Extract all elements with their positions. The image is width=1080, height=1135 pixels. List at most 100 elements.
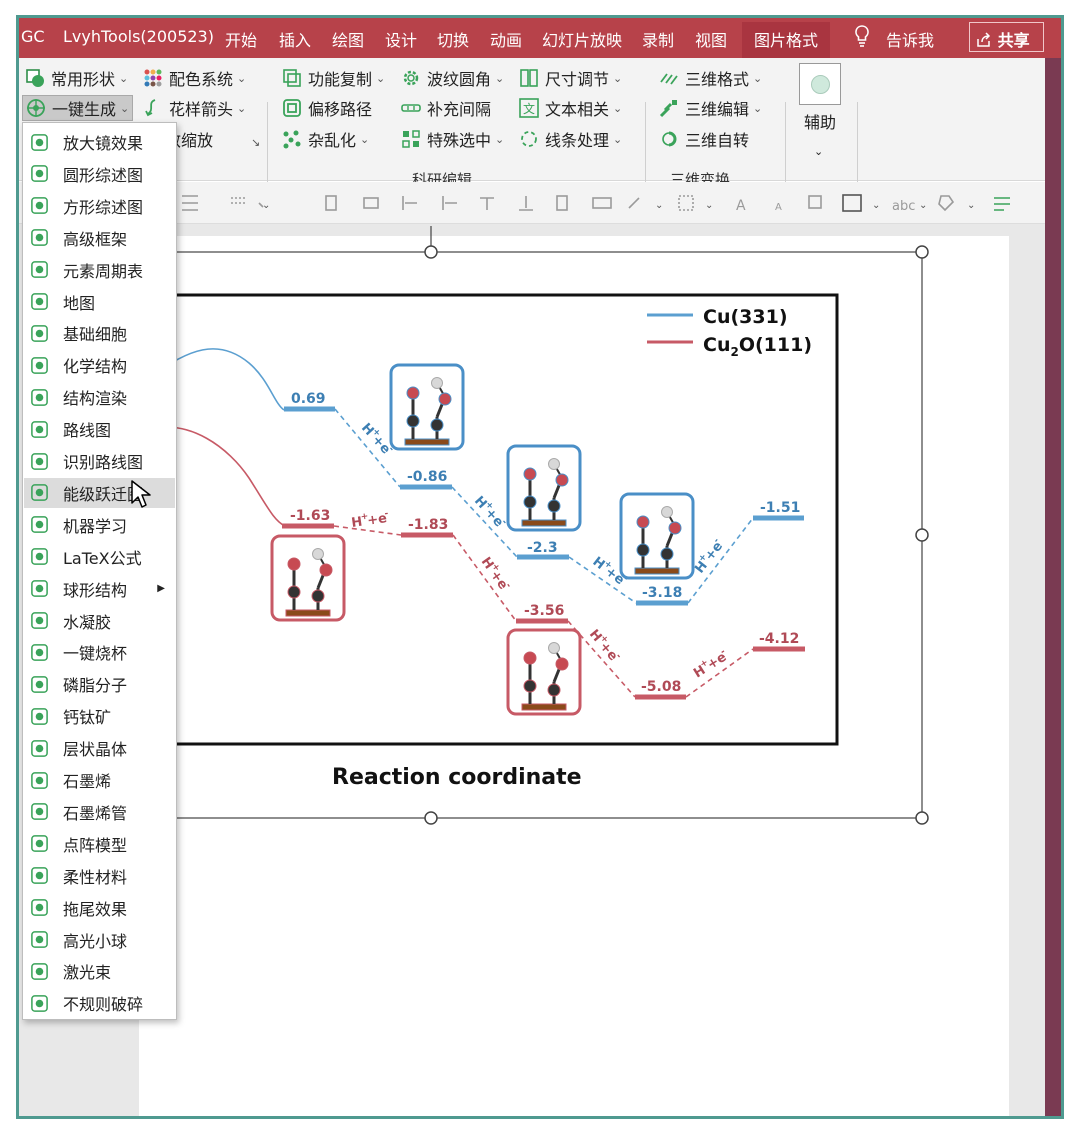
resize-handle[interactable] xyxy=(915,245,929,259)
tab-lvyhtools[interactable]: LvyhTools(200523) xyxy=(63,27,214,46)
resize-handle[interactable] xyxy=(915,811,929,825)
menu-item-icon xyxy=(31,771,48,789)
svg-text:⌄: ⌄ xyxy=(705,200,713,211)
menu-item[interactable]: 化学结构 xyxy=(24,350,175,380)
resize-handle[interactable] xyxy=(424,811,438,825)
size-adjust-button[interactable]: 尺寸调节 ⌄ xyxy=(519,65,622,91)
menu-item-icon xyxy=(31,963,48,980)
fancy-arrow-button[interactable]: 花样箭头 ⌄ xyxy=(143,95,246,121)
color-system-button[interactable]: 配色系统 ⌄ xyxy=(143,65,246,91)
fill-spacing-button[interactable]: 补充间隔 xyxy=(401,95,491,121)
menu-item[interactable]: 磷脂分子 xyxy=(24,669,175,699)
function-copy-button[interactable]: 功能复制 ⌄ xyxy=(282,65,385,91)
shape-icon xyxy=(26,69,44,87)
menu-item-icon xyxy=(31,931,48,948)
menu-item[interactable]: 识别路线图 xyxy=(24,446,175,476)
3d-icon xyxy=(660,73,678,85)
3d-format-button[interactable]: 三维格式 ⌄ xyxy=(659,65,762,91)
tab-gc[interactable]: GC xyxy=(21,27,45,46)
one-click-generate-button[interactable]: 一键生成 ⌄ xyxy=(22,95,134,121)
menu-item[interactable]: 石墨烯管 xyxy=(24,797,175,827)
tab-insert[interactable]: 插入 xyxy=(279,27,311,51)
tab-transitions[interactable]: 切换 xyxy=(437,27,469,51)
one-click-generate-menu: 放大镜效果圆形综述图 方形综述图 高级框架 元素周期表 地图 基础细胞 化学结构结构渲染路线… xyxy=(22,122,177,1020)
menu-item[interactable]: 一键烧杯 xyxy=(24,637,175,667)
molecule-inset-red xyxy=(270,534,346,622)
3d-edit-label: 三维编辑 xyxy=(685,100,750,119)
tab-design[interactable]: 设计 xyxy=(385,27,417,51)
resize-handle[interactable] xyxy=(915,528,929,542)
menu-item[interactable]: 激光束 xyxy=(24,956,175,986)
select-icon xyxy=(402,130,420,148)
tab-animations[interactable]: 动画 xyxy=(490,27,522,51)
menu-item[interactable]: 石墨烯 xyxy=(24,765,175,795)
menu-item[interactable]: 球形结构 ▶ xyxy=(24,574,175,604)
menu-item-icon xyxy=(31,133,48,151)
menu-item[interactable]: 高光小球 xyxy=(24,925,175,955)
menu-item[interactable]: 拖尾效果 xyxy=(24,893,175,923)
menu-item[interactable]: 高级框架 xyxy=(24,223,175,253)
tab-record[interactable]: 录制 xyxy=(642,27,674,51)
assist-icon[interactable] xyxy=(799,63,841,105)
menu-item-label: 机器学习 xyxy=(63,516,128,536)
menu-item-label: 放大镜效果 xyxy=(63,134,144,153)
menu-item-icon xyxy=(31,644,48,661)
menu-item[interactable]: 元素周期表 xyxy=(24,255,175,285)
dialog-launcher-icon[interactable]: ↘ xyxy=(251,136,260,149)
menu-item[interactable]: 钙钛矿 xyxy=(24,701,175,731)
menu-item[interactable]: 路线图 xyxy=(24,414,175,444)
tab-slideshow[interactable]: 幻灯片放映 xyxy=(542,27,622,51)
tell-me-search[interactable]: 告诉我 xyxy=(886,27,934,51)
menu-item[interactable]: LaTeX公式 xyxy=(24,542,175,572)
svg-text:⌄: ⌄ xyxy=(872,200,880,211)
special-select-button[interactable]: 特殊选中 ⌄ xyxy=(401,126,504,152)
common-shapes-button[interactable]: 常用形状 ⌄ xyxy=(25,65,128,91)
menu-item[interactable]: 方形综述图 xyxy=(24,191,175,221)
menu-item-label: 识别路线图 xyxy=(63,453,144,472)
offset-path-button[interactable]: 偏移路径 xyxy=(282,95,372,121)
menu-item-icon xyxy=(31,580,48,597)
assist-dot xyxy=(811,75,830,94)
one-click-generate-label: 一键生成 xyxy=(52,100,117,119)
menu-item[interactable]: 层状晶体 xyxy=(24,733,175,763)
assist-button[interactable]: 辅助 xyxy=(804,108,836,134)
tab-home[interactable]: 开始 xyxy=(225,27,257,51)
menu-item-icon xyxy=(31,867,48,885)
menu-item[interactable]: 不规则破碎 xyxy=(24,988,175,1018)
menu-item-label: 球形结构 xyxy=(63,580,128,600)
menu-item[interactable]: 地图 xyxy=(24,287,175,317)
size-adjust-label: 尺寸调节 xyxy=(545,70,610,89)
menu-item[interactable]: 点阵模型 xyxy=(24,829,175,859)
tab-draw[interactable]: 绘图 xyxy=(332,27,364,51)
menu-item[interactable]: 机器学习 xyxy=(24,510,175,540)
menu-item[interactable]: 结构渲染 xyxy=(24,382,175,412)
share-button[interactable]: 共享 xyxy=(969,22,1044,52)
menu-item[interactable]: 基础细胞 xyxy=(24,318,175,348)
menu-item-icon xyxy=(31,165,48,183)
menu-item[interactable]: 水凝胶 xyxy=(24,606,175,636)
legend-cu331: Cu(331) xyxy=(703,306,788,328)
menu-item[interactable]: 放大镜效果 xyxy=(24,127,175,157)
red-value-label: -1.83 xyxy=(408,517,448,533)
assist-label: 辅助 xyxy=(804,113,837,132)
ripple-corner-button[interactable]: 波纹圆角 ⌄ xyxy=(401,65,504,91)
tab-view[interactable]: 视图 xyxy=(695,27,727,51)
menu-item[interactable]: 圆形综述图 xyxy=(24,159,175,189)
text-related-button[interactable]: 文 文本相关 ⌄ xyxy=(519,95,622,121)
menu-item-label: 柔性材料 xyxy=(63,867,128,887)
randomize-button[interactable]: 杂乱化 ⌄ xyxy=(282,126,369,152)
3d-rotate-label: 三维自转 xyxy=(685,131,750,150)
3d-edit-button[interactable]: 三维编辑 ⌄ xyxy=(659,95,762,121)
tab-picture-format[interactable]: 图片格式 xyxy=(742,22,831,58)
3d-rotate-button[interactable]: 三维自转 xyxy=(659,126,749,152)
menu-item-icon xyxy=(31,612,48,629)
resize-handle[interactable] xyxy=(424,245,438,259)
ripple-corner-label: 波纹圆角 xyxy=(427,70,492,89)
line-process-button[interactable]: 线条处理 ⌄ xyxy=(519,126,622,152)
menu-item-icon xyxy=(31,548,48,566)
menu-item-label: 结构渲染 xyxy=(63,389,128,409)
menu-item[interactable]: 柔性材料 xyxy=(24,861,175,891)
assist-dropdown-icon[interactable]: ⌄ xyxy=(814,138,823,164)
ribbon-tab-bar: GC LvyhTools(200523) 开始 插入 绘图 设计 切换 动画 幻… xyxy=(19,18,1061,58)
menu-item-icon xyxy=(31,197,48,215)
